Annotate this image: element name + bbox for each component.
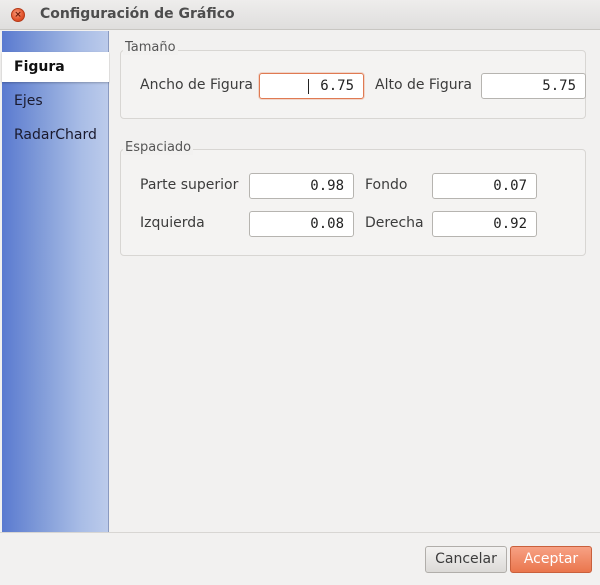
bottom-spacing-label: Fondo [365, 177, 408, 193]
sidebar-item-ejes[interactable]: Ejes [2, 86, 109, 116]
bottom-spacing-field[interactable]: 0.07 [432, 173, 537, 199]
figure-width-field[interactable]: 6.75 [259, 73, 364, 99]
top-spacing-label: Parte superior [140, 177, 239, 193]
window-title: Configuración de Gráfico [40, 6, 235, 22]
accept-button[interactable]: Aceptar [510, 546, 592, 573]
sidebar-item-figura[interactable]: Figura [2, 52, 109, 82]
title-bar: × Configuración de Gráfico [0, 0, 600, 30]
spacing-group [120, 149, 586, 256]
right-spacing-value: 0.92 [493, 216, 527, 232]
figure-width-value: 6.75 [320, 78, 354, 94]
footer-divider [0, 532, 600, 533]
bottom-spacing-value: 0.07 [493, 178, 527, 194]
left-spacing-value: 0.08 [310, 216, 344, 232]
close-icon[interactable]: × [11, 8, 25, 22]
sidebar-item-radarchard[interactable]: RadarChard [2, 120, 109, 150]
text-caret [308, 79, 309, 94]
figure-height-value: 5.75 [542, 78, 576, 94]
figure-height-label: Alto de Figura [375, 77, 472, 93]
left-spacing-field[interactable]: 0.08 [249, 211, 354, 237]
sidebar: Figura Ejes RadarChard [2, 31, 109, 532]
figure-height-field[interactable]: 5.75 [481, 73, 586, 99]
cancel-button[interactable]: Cancelar [425, 546, 507, 573]
top-spacing-field[interactable]: 0.98 [249, 173, 354, 199]
top-spacing-value: 0.98 [310, 178, 344, 194]
settings-panel: Tamaño Ancho de Figura 6.75 Alto de Figu… [110, 31, 598, 532]
right-spacing-field[interactable]: 0.92 [432, 211, 537, 237]
figure-width-label: Ancho de Figura [140, 77, 254, 93]
right-spacing-label: Derecha [365, 215, 424, 231]
size-group-legend: Tamaño [123, 40, 178, 55]
left-spacing-label: Izquierda [140, 215, 205, 231]
spacing-group-legend: Espaciado [123, 140, 194, 155]
